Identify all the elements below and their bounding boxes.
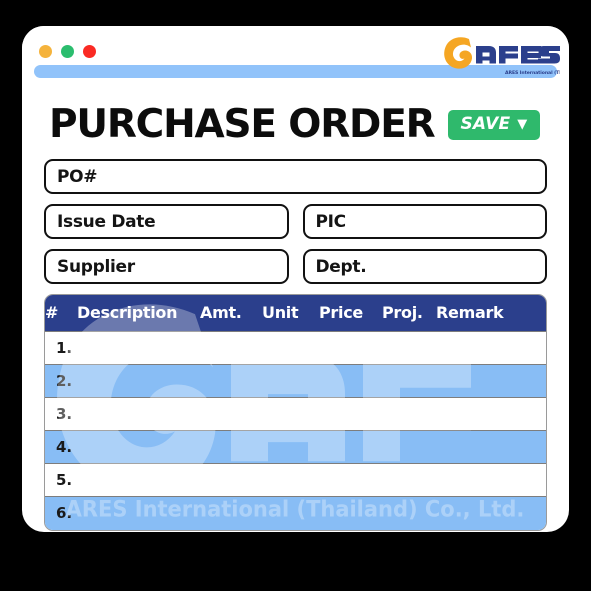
cell-proj[interactable]	[382, 331, 436, 365]
cell-amount[interactable]	[200, 463, 262, 497]
cell-price[interactable]	[319, 397, 382, 431]
table-row[interactable]: 2.	[45, 364, 546, 398]
cell-price[interactable]	[319, 430, 382, 464]
cell-unit[interactable]	[262, 430, 319, 464]
form-row-1: PO#	[44, 159, 547, 194]
title-row: PURCHASE ORDER SAVE ▼	[44, 105, 547, 144]
form-row-2: Issue Date PIC	[44, 204, 547, 239]
pic-label: PIC	[315, 211, 347, 232]
line-items-table: # Description Amt. Unit Price Proj. Rema…	[45, 295, 546, 530]
document-body: PURCHASE ORDER SAVE ▼ PO# Issue Date PIC…	[22, 105, 569, 531]
screenshot-root: ARES International (Thailand) Co., Ltd. …	[0, 0, 591, 591]
table-row[interactable]: 5.	[45, 463, 546, 497]
cell-unit[interactable]	[262, 496, 319, 530]
column-header-num[interactable]: #	[45, 295, 77, 332]
cell-description[interactable]	[77, 463, 200, 497]
save-button[interactable]: SAVE ▼	[448, 109, 540, 140]
table-header-row: # Description Amt. Unit Price Proj. Rema…	[45, 295, 546, 332]
cell-unit[interactable]	[262, 364, 319, 398]
maximize-dot[interactable]	[61, 45, 74, 58]
supplier-label: Supplier	[57, 256, 135, 277]
column-header-price[interactable]: Price	[319, 295, 382, 332]
cell-proj[interactable]	[382, 496, 436, 530]
table-row[interactable]: 6.	[45, 496, 546, 530]
cell-proj[interactable]	[382, 430, 436, 464]
cell-amount[interactable]	[200, 430, 262, 464]
logo-tagline: ARES International (Thailand) Co., Ltd.	[505, 70, 560, 76]
cell-remark[interactable]	[436, 397, 546, 431]
row-number: 1.	[45, 331, 77, 365]
cell-amount[interactable]	[200, 397, 262, 431]
cell-remark[interactable]	[436, 463, 546, 497]
table-body: 1. 2. 3. 4. 5. 6.	[45, 331, 546, 530]
dept-label: Dept.	[315, 256, 367, 277]
cell-proj[interactable]	[382, 364, 436, 398]
row-number: 4.	[45, 430, 77, 464]
cell-remark[interactable]	[436, 430, 546, 464]
cell-description[interactable]	[77, 496, 200, 530]
save-button-label: SAVE	[460, 113, 511, 134]
cell-remark[interactable]	[436, 331, 546, 365]
table-row[interactable]: 1.	[45, 331, 546, 365]
cell-description[interactable]	[77, 364, 200, 398]
cell-remark[interactable]	[436, 364, 546, 398]
cell-amount[interactable]	[200, 496, 262, 530]
browser-chrome: ARES International (Thailand) Co., Ltd.	[22, 26, 569, 83]
cell-remark[interactable]	[436, 496, 546, 530]
cell-price[interactable]	[319, 496, 382, 530]
column-header-proj[interactable]: Proj.	[382, 295, 436, 332]
ares-logo: ARES International (Thailand) Co., Ltd.	[439, 31, 560, 77]
cell-description[interactable]	[77, 430, 200, 464]
cell-amount[interactable]	[200, 364, 262, 398]
column-header-amount[interactable]: Amt.	[200, 295, 262, 332]
cell-price[interactable]	[319, 463, 382, 497]
row-number: 5.	[45, 463, 77, 497]
page-title: PURCHASE ORDER	[49, 102, 436, 147]
row-number: 3.	[45, 397, 77, 431]
po-number-field[interactable]: PO#	[44, 159, 547, 194]
table-row[interactable]: 4.	[45, 430, 546, 464]
cell-amount[interactable]	[200, 331, 262, 365]
cell-description[interactable]	[77, 397, 200, 431]
minimize-dot[interactable]	[39, 45, 52, 58]
issue-date-label: Issue Date	[57, 211, 156, 232]
cell-proj[interactable]	[382, 463, 436, 497]
po-number-label: PO#	[57, 166, 98, 187]
chevron-down-icon: ▼	[517, 116, 528, 132]
column-header-remark[interactable]: Remark	[436, 295, 546, 332]
cell-unit[interactable]	[262, 463, 319, 497]
table-row[interactable]: 3.	[45, 397, 546, 431]
form-fields: PO# Issue Date PIC Supplier Dept.	[44, 159, 547, 284]
cell-price[interactable]	[319, 331, 382, 365]
supplier-field[interactable]: Supplier	[44, 249, 289, 284]
window-controls	[39, 45, 96, 58]
dept-field[interactable]: Dept.	[302, 249, 547, 284]
cell-unit[interactable]	[262, 331, 319, 365]
cell-description[interactable]	[77, 331, 200, 365]
row-number: 2.	[45, 364, 77, 398]
cell-price[interactable]	[319, 364, 382, 398]
issue-date-field[interactable]: Issue Date	[44, 204, 289, 239]
column-header-description[interactable]: Description	[77, 295, 200, 332]
form-row-3: Supplier Dept.	[44, 249, 547, 284]
browser-window: ARES International (Thailand) Co., Ltd. …	[22, 26, 569, 532]
row-number: 6.	[45, 496, 77, 530]
table-header: # Description Amt. Unit Price Proj. Rema…	[45, 295, 546, 332]
column-header-unit[interactable]: Unit	[262, 295, 319, 332]
cell-proj[interactable]	[382, 397, 436, 431]
line-items-table-wrapper: ARES International (Thailand) Co., Ltd. …	[44, 294, 547, 531]
close-dot[interactable]	[83, 45, 96, 58]
pic-field[interactable]: PIC	[302, 204, 547, 239]
cell-unit[interactable]	[262, 397, 319, 431]
